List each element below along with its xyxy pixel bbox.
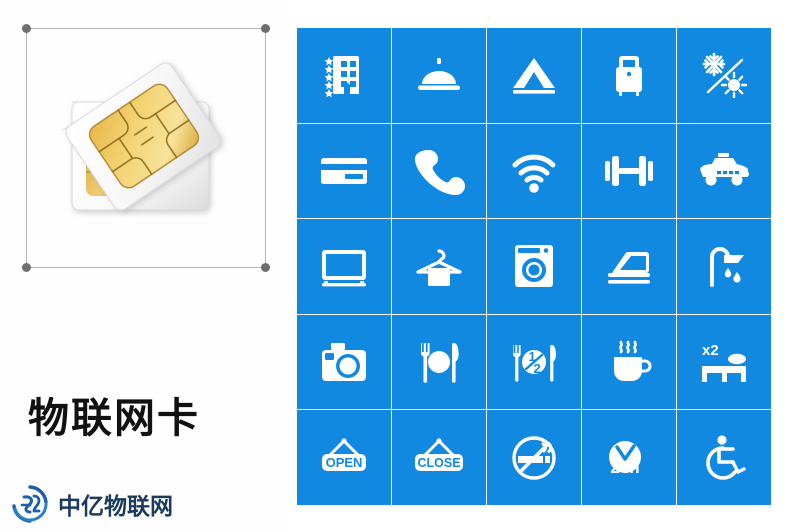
amenity-icon-grid: 1 2 x2 OPEN CLOSE 24h bbox=[297, 28, 771, 505]
icon-tile-half-board[interactable]: 1 2 bbox=[487, 314, 581, 410]
icon-tile-camera[interactable] bbox=[297, 314, 391, 410]
half-board-icon: 1 2 bbox=[512, 345, 556, 382]
icon-tile-wheelchair-access[interactable] bbox=[677, 410, 771, 505]
open-sign-icon: OPEN bbox=[322, 438, 366, 471]
zhongyi-circle-logo-icon bbox=[12, 485, 48, 523]
close-sign-label: CLOSE bbox=[417, 456, 460, 470]
icon-tile-shower[interactable] bbox=[677, 219, 771, 314]
wheelchair-access-icon bbox=[706, 435, 746, 480]
icon-tile-hanger-towel[interactable] bbox=[392, 219, 486, 314]
room-service-bell-icon bbox=[418, 58, 460, 91]
no-smoking-icon bbox=[512, 435, 556, 480]
icon-tile-telephone[interactable] bbox=[392, 123, 486, 219]
icon-tile-wifi[interactable] bbox=[487, 123, 581, 219]
icon-tile-washing-machine[interactable] bbox=[487, 219, 581, 314]
air-conditioning-icon bbox=[702, 52, 748, 99]
icon-tile-television[interactable] bbox=[297, 219, 391, 314]
icon-tile-no-smoking[interactable] bbox=[487, 410, 581, 505]
icon-tile-taxi[interactable] bbox=[677, 123, 771, 219]
open-sign-label: OPEN bbox=[326, 455, 363, 470]
hanger-towel-icon bbox=[416, 249, 462, 287]
icon-tile-open-sign[interactable]: OPEN bbox=[297, 410, 391, 505]
half-board-denominator: 2 bbox=[534, 361, 541, 376]
twin-beds-icon: x2 bbox=[702, 342, 746, 383]
selection-handle-bottom-right[interactable] bbox=[261, 263, 270, 272]
icon-tile-credit-card[interactable] bbox=[297, 123, 391, 219]
selection-handle-bottom-left[interactable] bbox=[22, 263, 31, 272]
shower-icon bbox=[710, 247, 744, 288]
taxi-icon bbox=[700, 152, 749, 186]
clock-24h-label: 24h bbox=[610, 458, 639, 477]
tent-camping-icon bbox=[513, 58, 555, 94]
twin-beds-count-label: x2 bbox=[702, 342, 719, 359]
icon-tile-hotel-stars[interactable] bbox=[297, 28, 391, 123]
icon-tile-room-service-bell[interactable] bbox=[392, 28, 486, 123]
image-selection-frame[interactable] bbox=[22, 24, 270, 272]
wifi-icon bbox=[512, 154, 556, 193]
dumbbell-gym-icon bbox=[605, 155, 653, 186]
restaurant-icon bbox=[420, 343, 459, 383]
icon-tile-air-conditioning[interactable] bbox=[677, 28, 771, 123]
icon-tile-clock-24h[interactable]: 24h bbox=[582, 410, 676, 505]
close-sign-icon: CLOSE bbox=[415, 438, 463, 471]
icon-tile-tent-camping[interactable] bbox=[487, 28, 581, 123]
coffee-cup-icon bbox=[614, 340, 652, 382]
watermark-text: 中亿物联网 bbox=[58, 493, 173, 519]
clock-24h-icon: 24h bbox=[609, 440, 641, 477]
camera-icon bbox=[322, 343, 366, 382]
hotel-stars-icon bbox=[324, 56, 359, 98]
icon-tile-dumbbell-gym[interactable] bbox=[582, 123, 676, 219]
washing-machine-icon bbox=[515, 245, 553, 288]
screenshot-canvas: 物联网卡 中亿物联网 1 2 x2 OPEN CLOSE 24h bbox=[0, 0, 800, 532]
icon-tile-twin-beds[interactable]: x2 bbox=[677, 314, 771, 410]
product-image-panel: 物联网卡 中亿物联网 bbox=[0, 0, 290, 532]
credit-card-icon bbox=[321, 157, 367, 184]
television-icon bbox=[322, 250, 366, 287]
icon-tile-iron[interactable] bbox=[582, 219, 676, 314]
icon-tile-close-sign[interactable]: CLOSE bbox=[392, 410, 486, 505]
iron-icon bbox=[608, 252, 650, 285]
telephone-icon bbox=[415, 149, 465, 195]
luggage-icon bbox=[616, 56, 642, 97]
brand-watermark: 中亿物联网 bbox=[10, 484, 173, 524]
icon-tile-restaurant[interactable] bbox=[392, 314, 486, 410]
icon-tile-luggage[interactable] bbox=[582, 28, 676, 123]
page-title: 物联网卡 bbox=[28, 395, 200, 441]
icon-tile-coffee-cup[interactable] bbox=[582, 314, 676, 410]
selection-handle-top-left[interactable] bbox=[22, 24, 31, 33]
selection-handle-top-right[interactable] bbox=[261, 24, 270, 33]
